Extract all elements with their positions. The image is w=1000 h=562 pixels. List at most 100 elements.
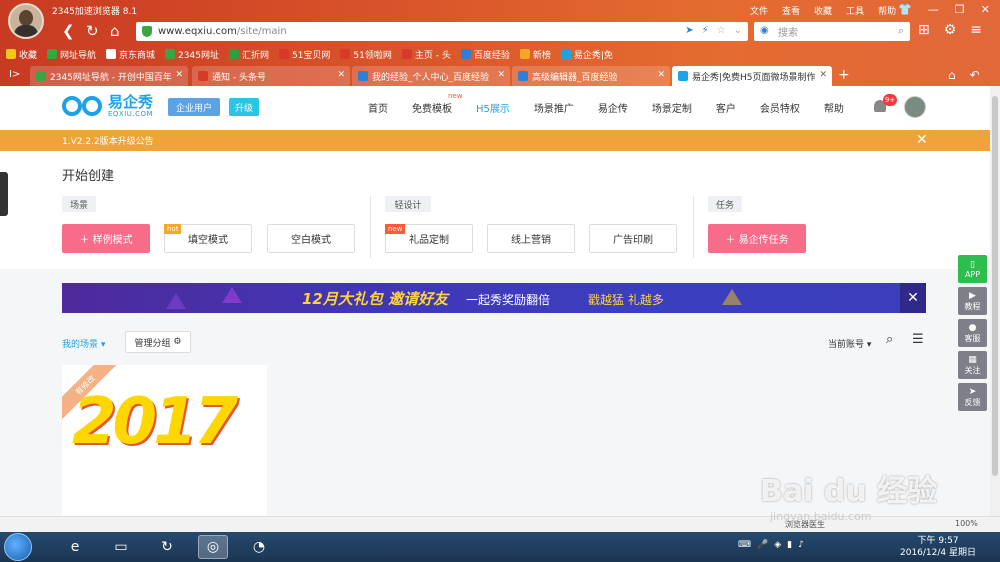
scene-card[interactable]: 有修改 2017 [62,365,267,516]
undo-close-icon[interactable]: ↶ [970,68,980,82]
nav-yiqichuan[interactable]: 易企传 [598,100,628,115]
keyboard-icon[interactable]: ⌨ [738,540,751,550]
start-button-icon[interactable] [4,533,32,561]
mic-icon[interactable]: 🎤 [757,540,768,550]
sidebar-toggle-icon[interactable]: I> [9,69,20,80]
menu-file[interactable]: 文件 [750,4,768,17]
bookmark-item[interactable]: 主页 - 头 [401,48,451,61]
send-icon[interactable]: ➤ [685,25,693,36]
gift-custom-button[interactable]: new 礼品定制 [385,224,473,253]
online-marketing-button[interactable]: 线上营销 [487,224,575,253]
nav-home[interactable]: 首页 [368,100,388,115]
my-scenes-dropdown[interactable]: 我的场景 ▾ [62,337,105,350]
apps-icon[interactable]: ⊞ [918,22,930,38]
speed-icon[interactable]: ⚡ [702,25,709,36]
ad-print-button[interactable]: 广告印刷 [589,224,677,253]
refresh-icon[interactable]: ↻ [86,23,99,39]
green-app-icon[interactable]: ◔ [244,535,274,559]
nav-scene-custom[interactable]: 场景定制 [652,100,692,115]
search-engine-icon[interactable]: ◉ [760,25,769,36]
restore-icon[interactable]: ❐ [955,3,965,16]
star-icon[interactable]: ☆ [717,25,726,36]
feedback-button[interactable]: ➤ 反馈 [958,383,987,411]
menu-tools[interactable]: 工具 [846,4,864,17]
tutorial-button[interactable]: ▶ 教程 [958,287,987,315]
bookmark-item[interactable]: 新榜 [519,48,551,61]
menu-favorites[interactable]: 收藏 [814,4,832,17]
restore-tab-icon[interactable]: ⌂ [948,68,956,82]
sample-mode-button[interactable]: ＋ 样例模式 [62,224,150,253]
search-icon[interactable]: ⌕ [898,24,904,38]
network-icon[interactable]: ▮ [787,540,792,550]
new-tab-icon[interactable]: + [838,67,850,83]
refresh-app-icon[interactable]: ↻ [152,535,182,559]
nav-h5-showcase[interactable]: H5展示 [476,100,510,115]
folder-icon[interactable]: ▭ [106,535,136,559]
menu-view[interactable]: 查看 [782,4,800,17]
close-tab-icon[interactable]: ✕ [657,70,665,80]
close-banner-icon[interactable]: ✕ [900,283,926,313]
browser-2345-icon[interactable]: ◎ [198,535,228,559]
service-button[interactable]: ● 客服 [958,319,987,347]
app-button[interactable]: ▯ APP [958,255,987,283]
logo-subtitle: EQXIU.COM [108,110,154,118]
close-tab-icon[interactable]: ✕ [497,70,505,80]
create-title: 开始创建 [62,169,115,184]
search-icon[interactable]: ⌕ [886,332,893,347]
search-input[interactable]: ◉ 搜索 ⌕ [754,22,910,41]
page-scrollbar[interactable] [990,86,1000,516]
fill-mode-button[interactable]: hot 填空模式 [164,224,252,253]
close-announcement-icon[interactable]: ✕ [916,132,928,148]
blank-mode-button[interactable]: 空白模式 [267,224,355,253]
bookmark-item[interactable]: 百度经验 [460,48,510,61]
nav-scene-promotion[interactable]: 场景推广 [534,100,574,115]
bookmark-item[interactable]: 易企秀|免 [560,48,613,61]
list-view-icon[interactable]: ☰ [912,332,924,347]
close-tab-icon[interactable]: ✕ [819,70,827,80]
tab-toutiao[interactable]: 通知 - 头条号 ✕ [192,66,350,86]
bookmark-item[interactable]: 51领啦网 [340,48,392,61]
task-button[interactable]: ＋ 易企传任务 [708,224,806,253]
home-icon[interactable]: ⌂ [110,23,120,39]
shield-tray-icon[interactable]: ◈ [774,540,781,550]
promo-banner[interactable]: 12月大礼包 邀请好友 一起秀奖励翻倍 戳越猛 礼越多 ✕ [62,283,926,313]
close-window-icon[interactable]: ✕ [981,3,990,16]
nav-free-templates[interactable]: 免费模板 new [412,92,462,115]
bookmark-item[interactable]: 2345网址 [165,48,219,61]
tab-2345[interactable]: 2345网址导航 - 开创中国百年 ✕ [30,66,188,86]
upgrade-button[interactable]: 升级 [229,98,259,116]
bookmark-item[interactable]: 51宝贝网 [278,48,330,61]
tab-baidu-center[interactable]: 我的经验_个人中心_百度经验 ✕ [352,66,510,86]
nav-customers[interactable]: 客户 [716,100,736,115]
bookmark-item[interactable]: 网址导航 [47,48,96,61]
volume-icon[interactable]: ♪ [798,540,804,550]
side-float-handle[interactable] [0,172,8,216]
main-menu-icon[interactable]: ≡ [970,22,982,38]
skin-icon[interactable]: 👕 [898,3,912,16]
follow-button[interactable]: ▦ 关注 [958,351,987,379]
announcement-text[interactable]: 1.V2.2.2版本升级公告 [62,134,154,147]
profile-avatar[interactable] [904,96,926,118]
ie-icon[interactable]: e [60,535,90,559]
current-account-dropdown[interactable]: 当前账号 ▾ [828,337,871,350]
close-tab-icon[interactable]: ✕ [175,70,183,80]
bookmark-item[interactable]: 京东商城 [106,48,155,61]
bookmark-item[interactable]: 收藏 [6,48,37,61]
tab-baidu-editor[interactable]: 高级编辑器_百度经验 ✕ [512,66,670,86]
enterprise-user-button[interactable]: 企业用户 [168,98,220,116]
back-icon[interactable]: ❮ [62,23,75,39]
tab-eqxiu[interactable]: 易企秀|免费H5页面微场景制作 ✕ [672,66,832,86]
manage-group-button[interactable]: 管理分组 ⚙ [125,331,191,353]
nav-help[interactable]: 帮助 [824,100,844,115]
minimize-icon[interactable]: — [928,3,939,16]
nav-membership[interactable]: 会员特权 [760,100,800,115]
tools-icon[interactable]: ⚙ [944,22,957,38]
bookmark-item[interactable]: 汇折网 [228,48,269,61]
system-clock[interactable]: 下午 9:57 2016/12/4 星期日 [900,535,976,559]
address-bar[interactable]: www.eqxiu.com /site/main ➤ ⚡ ☆ ⌄ [136,22,748,41]
dropdown-icon[interactable]: ⌄ [734,25,742,36]
menu-help[interactable]: 帮助 [878,4,896,17]
site-logo[interactable]: 易企秀 EQXIU.COM [62,94,153,118]
zoom-level[interactable]: 100% [955,519,978,528]
close-tab-icon[interactable]: ✕ [337,70,345,80]
